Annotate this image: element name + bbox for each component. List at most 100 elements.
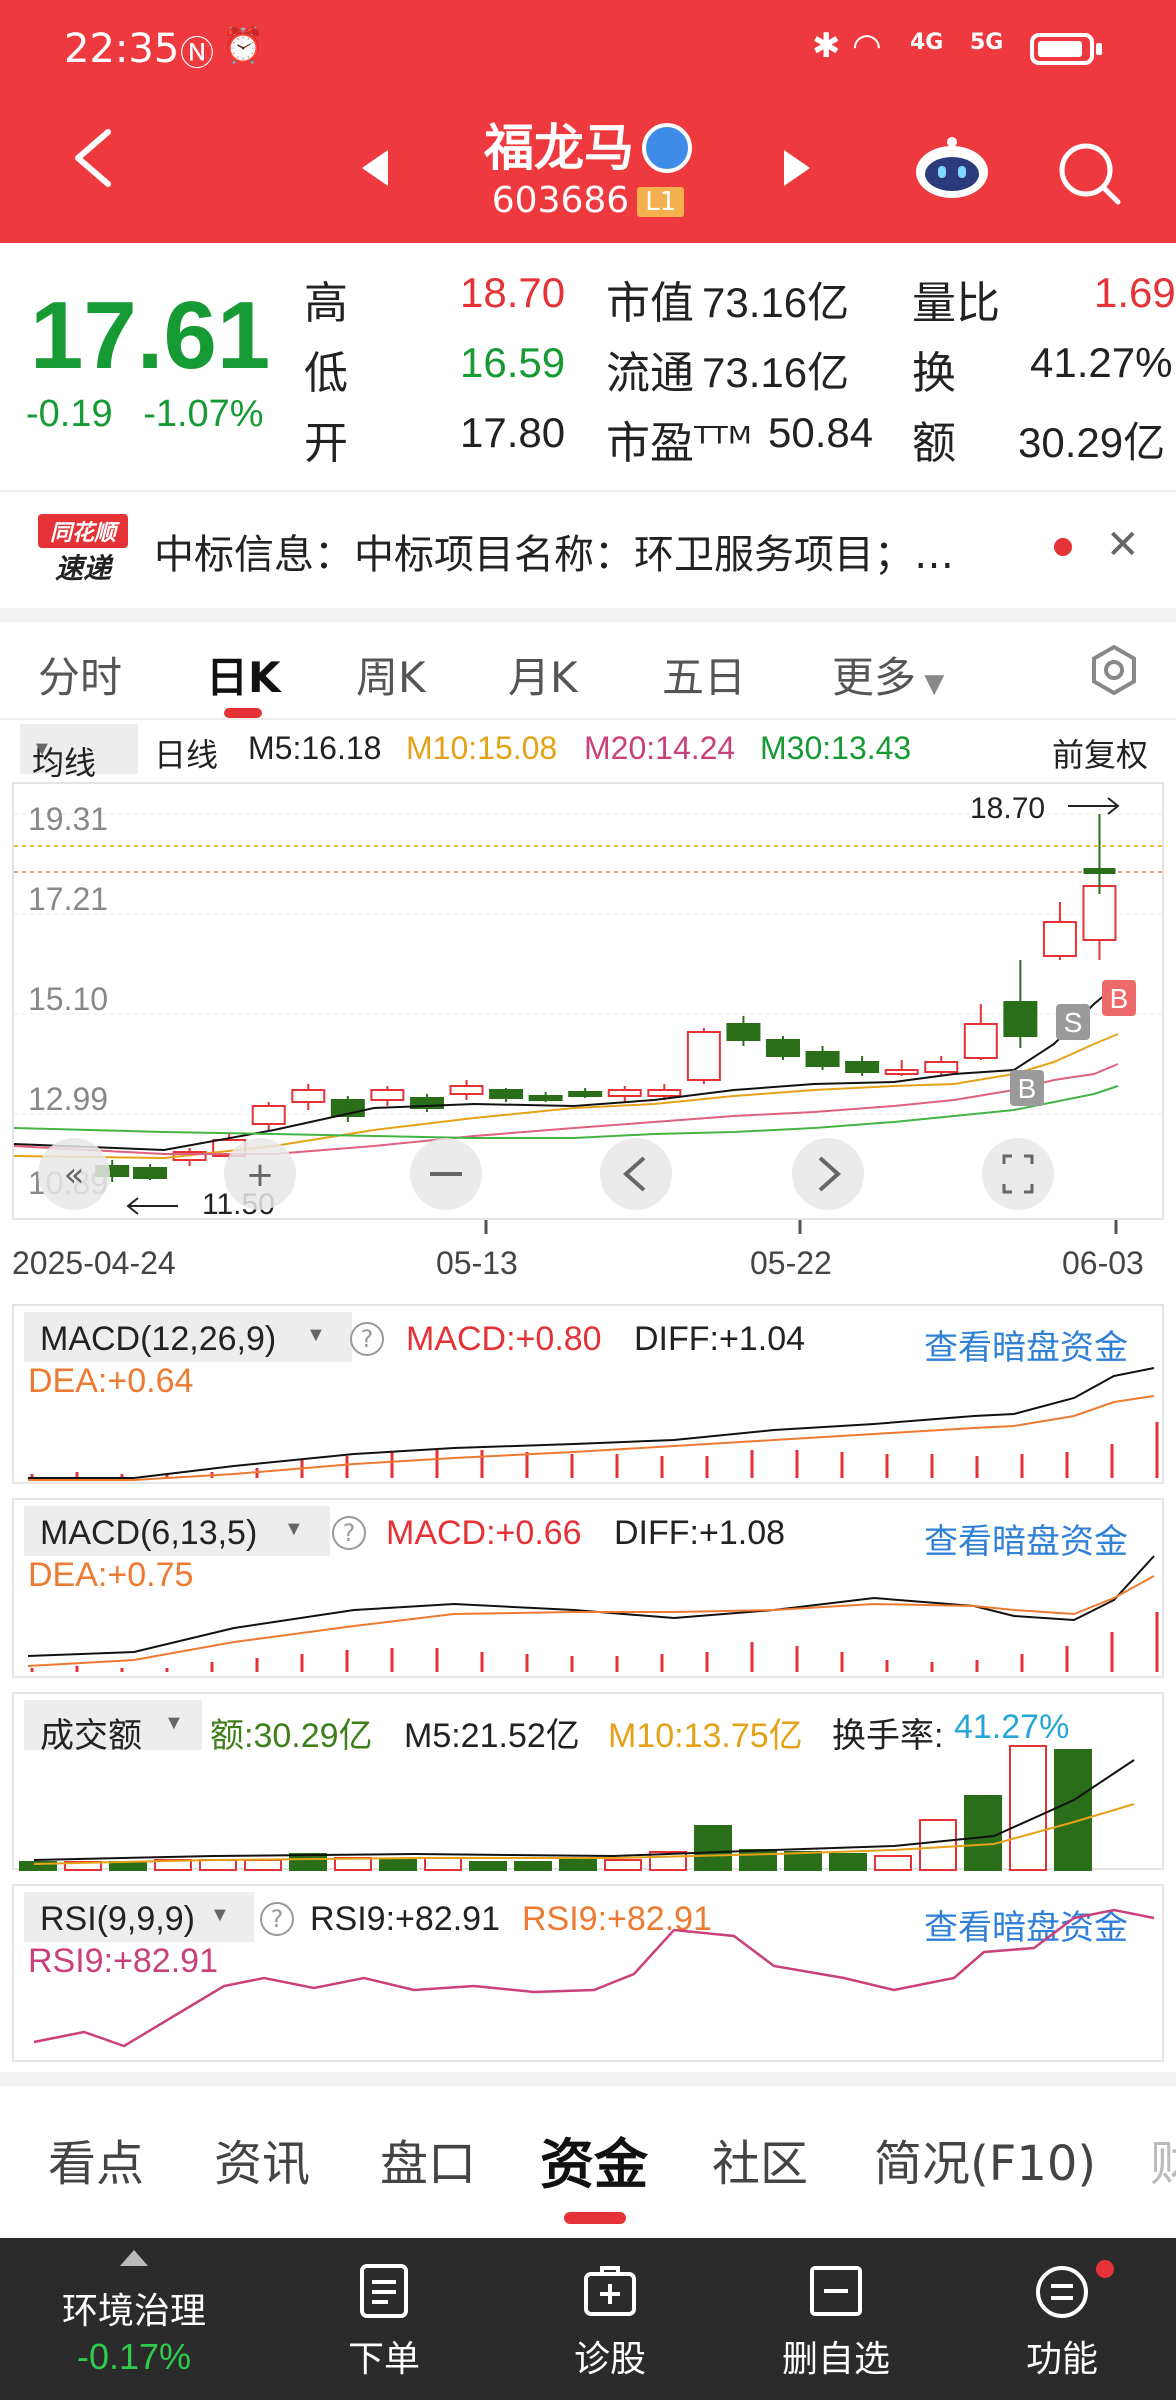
x-axis-svg: 2025-04-24 05-13 05-22 06-03 bbox=[12, 1220, 1144, 1281]
ma30-line bbox=[13, 1085, 1119, 1139]
y-label-3: 15.10 bbox=[28, 981, 108, 1017]
high-label: 高 bbox=[304, 278, 348, 329]
app-header: 22:35 Ⓝ ⏰ ✱ ◠ 4G 5G 福龙马 603686 L1 bbox=[0, 0, 1176, 243]
tab-finance-partial[interactable]: 财 bbox=[1150, 2124, 1176, 2194]
ma10-line bbox=[13, 1033, 1119, 1160]
diagnose-button[interactable]: 诊股 bbox=[510, 2238, 710, 2400]
volume-bar bbox=[1009, 1745, 1047, 1871]
macd-panel-1[interactable]: MACD(12,26,9) ▼ ? MACD:+0.80 DIFF:+1.04 … bbox=[12, 1304, 1166, 1484]
tab-weekly-k[interactable]: 周K bbox=[356, 644, 426, 705]
logo-top-text: 同花顺 bbox=[50, 521, 120, 546]
candle-body bbox=[607, 1089, 642, 1097]
bottom-action-bar: 环境治理 -0.17% 下单 诊股 删自选 功能 bbox=[0, 2238, 1176, 2400]
chevron-down-icon: ▼ bbox=[32, 738, 52, 760]
macd2-dea-line bbox=[27, 1575, 1155, 1667]
turnover-value: 41.27% bbox=[1030, 339, 1173, 386]
signal-b-text-1: B bbox=[1110, 983, 1129, 1014]
candle-body bbox=[1042, 921, 1077, 957]
volume-bar bbox=[289, 1853, 327, 1871]
volume-bar bbox=[424, 1857, 462, 1871]
turnover-amount-panel[interactable]: 成交额 ▼ 额:30.29亿 M5:21.52亿 M10:13.75亿 换手率:… bbox=[12, 1692, 1164, 1871]
stock-name: 福龙马 bbox=[484, 119, 634, 177]
y-label-4: 12.99 bbox=[28, 1081, 108, 1117]
tab-order-book[interactable]: 盘口 bbox=[380, 2124, 476, 2194]
macd1-svg bbox=[14, 1367, 1166, 1483]
adjust-mode[interactable]: 前复权 bbox=[1052, 730, 1148, 776]
pe-label: 市盈ᵀᵀᴹ bbox=[606, 418, 752, 469]
candle-body bbox=[805, 1051, 840, 1067]
function-button[interactable]: 功能 bbox=[962, 2238, 1162, 2400]
status-time: 22:35 bbox=[64, 26, 180, 72]
macd-panel-2[interactable]: MACD(6,13,5) ▼ ? MACD:+0.66 DIFF:+1.08 查… bbox=[12, 1498, 1166, 1678]
float-label: 流通 bbox=[606, 348, 694, 399]
close-news-icon[interactable]: ✕ bbox=[1106, 522, 1140, 568]
candle-body bbox=[489, 1089, 524, 1099]
tab-capital-flow[interactable]: 资金 bbox=[540, 2120, 648, 2199]
tab-community[interactable]: 社区 bbox=[712, 2124, 808, 2194]
tab-intraday[interactable]: 分时 bbox=[38, 644, 122, 705]
quote-panel: 17.61 -0.19 -1.07% 高 18.70 低 16.59 开 17.… bbox=[0, 243, 1176, 493]
volume-bar bbox=[244, 1859, 282, 1871]
battery-icon bbox=[1030, 33, 1102, 65]
chevron-down-icon: ▼ bbox=[916, 669, 945, 699]
active-info-tab-indicator bbox=[564, 2212, 626, 2224]
pe-value: 50.84 bbox=[768, 409, 874, 456]
stock-title: 福龙马 bbox=[0, 108, 1176, 180]
candlestick-series bbox=[95, 814, 1117, 1182]
macd1-dea-line bbox=[28, 1395, 1155, 1481]
tab-five-day[interactable]: 五日 bbox=[662, 644, 746, 705]
tab-news[interactable]: 资讯 bbox=[214, 2124, 310, 2194]
tab-f10-profile[interactable]: 简况(F10) bbox=[874, 2124, 1096, 2194]
search-icon[interactable] bbox=[1056, 140, 1124, 208]
tab-highlights[interactable]: 看点 bbox=[48, 2124, 144, 2194]
change-percent: -1.07% bbox=[143, 393, 264, 435]
remove-watchlist-button[interactable]: 删自选 bbox=[736, 2238, 936, 2400]
scroll-left-button bbox=[600, 1138, 672, 1210]
signal-s-text: S bbox=[1064, 1007, 1083, 1038]
high-price-marker: 18.70 bbox=[970, 792, 1045, 825]
x-label-1: 2025-04-24 bbox=[12, 1245, 176, 1281]
tab-monthly-k[interactable]: 月K bbox=[508, 644, 578, 705]
candle-body bbox=[133, 1167, 168, 1179]
chart-settings-icon[interactable] bbox=[1088, 644, 1140, 696]
candle-body bbox=[449, 1085, 484, 1095]
nfc-icon: Ⓝ bbox=[180, 34, 214, 74]
kline-x-axis: 2025-04-24 05-13 05-22 06-03 bbox=[12, 1220, 1164, 1281]
macd2-diff-line bbox=[27, 1555, 1155, 1657]
tab-daily-k[interactable]: 日K bbox=[206, 644, 281, 705]
menu-circle-icon bbox=[1036, 2266, 1088, 2318]
bluetooth-icon: ✱ bbox=[812, 26, 841, 66]
volume-bar bbox=[559, 1859, 597, 1871]
tab-more[interactable]: 更多 ▼ bbox=[832, 644, 944, 705]
volume-bar bbox=[694, 1825, 732, 1871]
volume-bar bbox=[199, 1859, 237, 1871]
order-button[interactable]: 下单 bbox=[284, 2238, 484, 2400]
volume-ratio-label: 量比 bbox=[912, 278, 1000, 329]
volume-bar bbox=[874, 1855, 912, 1871]
volume-bar bbox=[1054, 1749, 1092, 1871]
candle-body bbox=[251, 1105, 286, 1125]
function-label: 功能 bbox=[1025, 2339, 1098, 2380]
ma5-value: M5:16.18 bbox=[248, 730, 382, 766]
volume-bar bbox=[334, 1857, 372, 1871]
news-banner[interactable]: 同花顺 速递 中标信息：中标项目名称：环卫服务项目；… bbox=[0, 490, 1176, 608]
assistant-robot-icon[interactable] bbox=[912, 136, 992, 200]
signal-b-marker-2: B bbox=[1010, 1070, 1044, 1106]
x-label-3: 05-22 bbox=[750, 1245, 832, 1281]
level-badge: L1 bbox=[637, 187, 685, 217]
volume-bar bbox=[784, 1851, 822, 1871]
rsi-panel[interactable]: RSI(9,9,9) ▼ ? RSI9:+82.91 RSI9:+82.91 查… bbox=[12, 1884, 1164, 2062]
signal-4g-icon: 4G bbox=[910, 30, 944, 55]
candle-body bbox=[568, 1091, 603, 1097]
volume-ratio-value: 1.69 bbox=[1094, 269, 1176, 316]
next-stock-icon[interactable] bbox=[784, 150, 810, 186]
candle-body bbox=[291, 1089, 326, 1103]
kline-chart[interactable]: 19.31 17.21 15.10 12.99 10.89 18.70 11.5… bbox=[12, 782, 1166, 1221]
minus-box-icon bbox=[810, 2266, 862, 2316]
sector-indicator[interactable]: 环境治理 -0.17% bbox=[34, 2238, 234, 2400]
alarm-icon: ⏰ bbox=[222, 26, 265, 66]
candle-body bbox=[528, 1095, 563, 1101]
section-divider bbox=[0, 608, 1176, 622]
volume-bar bbox=[604, 1859, 642, 1871]
candle-body bbox=[370, 1089, 405, 1101]
